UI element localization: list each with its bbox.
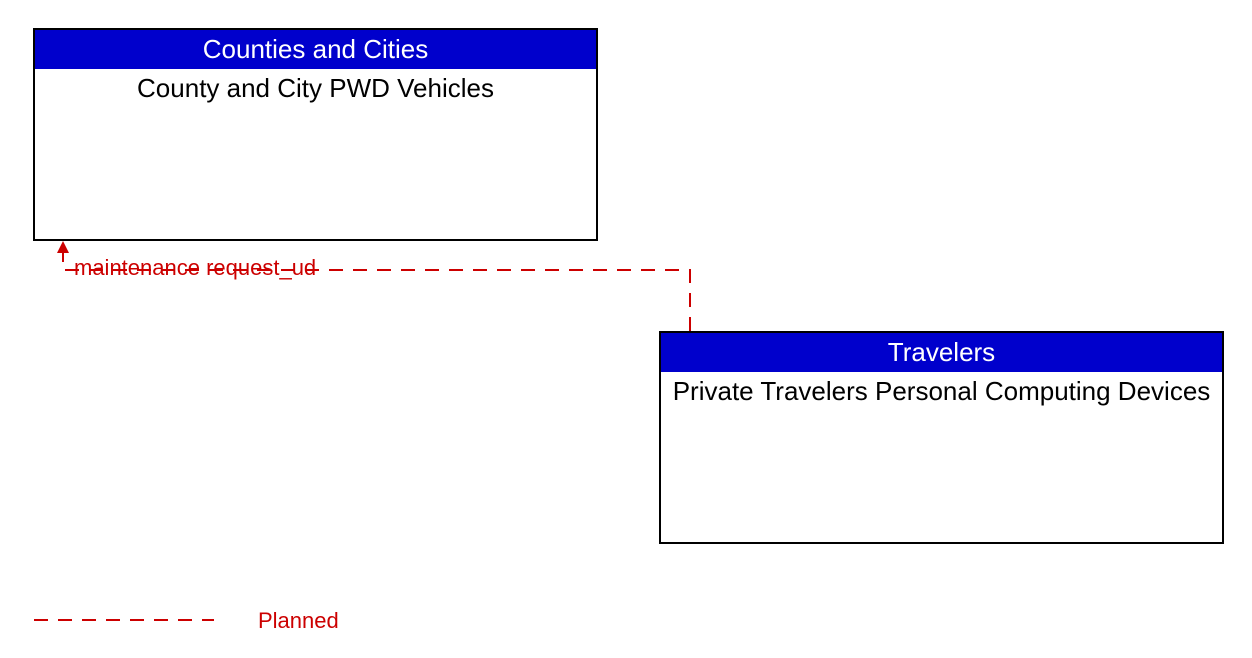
entity-box-travelers: Travelers Private Travelers Personal Com… [659, 331, 1224, 544]
flow-label-maintenance-request: maintenance request_ud [74, 255, 316, 281]
entity-header-travelers: Travelers [661, 333, 1222, 372]
entity-box-counties-cities: Counties and Cities County and City PWD … [33, 28, 598, 241]
entity-body-counties-cities: County and City PWD Vehicles [35, 69, 596, 108]
legend-label-planned: Planned [258, 608, 339, 634]
entity-header-counties-cities: Counties and Cities [35, 30, 596, 69]
entity-body-travelers: Private Travelers Personal Computing Dev… [661, 372, 1222, 411]
